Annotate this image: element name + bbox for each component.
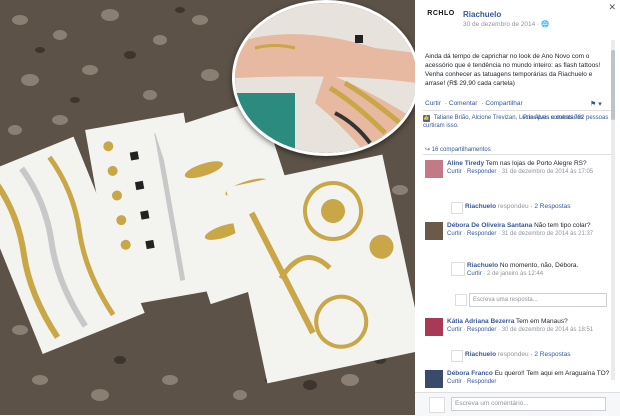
globe-icon: 🌐 — [541, 21, 550, 28]
comment-item: Débora De Oliveira Santana Não tem tipo … — [425, 222, 615, 262]
reply-author: Riachuelo — [465, 203, 497, 210]
sort-comments-link[interactable]: Principais comentários — [523, 114, 583, 122]
page-logo-small — [451, 350, 463, 362]
comment-body: Débora De Oliveira Santana Não tem tipo … — [447, 222, 612, 238]
reply-author: Riachuelo — [465, 351, 497, 358]
page-logo[interactable]: RCHLO — [423, 10, 459, 30]
post-actions: Curtir · Comentar · Compartilhar — [425, 100, 523, 107]
post-header: RCHLO Riachuelo 30 de dezembro de 2014 ·… — [423, 8, 613, 30]
reply-item: Riachuelo No momento, não, Débora. Curti… — [451, 262, 611, 292]
user-avatar[interactable] — [429, 397, 445, 413]
reply-date[interactable]: 2 de janeiro às 12:44 — [487, 271, 543, 277]
page-logo-small — [451, 202, 463, 214]
page-logo-small[interactable] — [451, 262, 465, 276]
comment-like-link[interactable]: Curtir — [447, 327, 462, 333]
post-side-panel: ✕ RCHLO Riachuelo 30 de dezembro de 2014… — [415, 0, 620, 415]
comment-text: Tem nas lojas de Porto Alegre RS? — [485, 160, 587, 167]
reply-input[interactable]: Escreva uma resposta... — [469, 293, 607, 307]
comment-text: Não tem tipo colar? — [534, 222, 591, 229]
comment-date[interactable]: 31 de dezembro de 2014 às 21:37 — [502, 231, 593, 237]
comment-item: Débora Franco Eu quero!! Tem aqui em Ara… — [425, 370, 615, 392]
comment-author[interactable]: Aline Tiredy — [447, 160, 484, 167]
reply-count: 2 Respostas — [534, 351, 571, 358]
comment-link[interactable]: Comentar — [449, 100, 478, 107]
avatar[interactable] — [425, 222, 443, 240]
comment-date[interactable]: 31 de dezembro de 2014 às 17:05 — [502, 169, 593, 175]
reply-author[interactable]: Riachuelo — [467, 262, 498, 269]
divider — [423, 154, 613, 155]
like-thumb-icon: 👍 — [423, 115, 430, 122]
likes-summary[interactable]: 👍 Tatiane Brião, Alcione Trevizan, Lucia… — [423, 114, 613, 130]
avatar[interactable] — [425, 318, 443, 336]
comment-body: Aline Tiredy Tem nas lojas de Porto Aleg… — [447, 160, 612, 176]
comment-item: Aline Tiredy Tem nas lojas de Porto Aleg… — [425, 160, 615, 200]
comment-body: Kátia Adriana Bezerra Tem em Manaus? Cur… — [447, 318, 612, 334]
comment-like-link[interactable]: Curtir — [447, 169, 462, 175]
comment-author[interactable]: Kátia Adriana Bezerra — [447, 318, 514, 325]
comment-reply-link[interactable]: Responder — [467, 169, 496, 175]
scrollbar-thumb[interactable] — [611, 50, 615, 120]
comment-meta: Curtir · Responder · 31 de dezembro de 2… — [447, 231, 594, 237]
post-date[interactable]: 30 de dezembro de 2014 · 🌐 — [463, 20, 549, 28]
comment-date[interactable]: 30 de dezembro de 2014 às 18:51 — [502, 327, 593, 333]
comment-meta: Curtir · Responder — [447, 379, 497, 385]
reply-text: No momento, não, Débora. — [499, 262, 579, 269]
arm-tattoo-inset-photo — [232, 0, 415, 156]
reply-meta: Curtir · 2 de janeiro às 12:44 — [467, 271, 544, 277]
avatar[interactable] — [425, 160, 443, 178]
like-link[interactable]: Curtir — [425, 100, 441, 107]
comment-meta: Curtir · Responder · 30 de dezembro de 2… — [447, 327, 594, 333]
comment-meta: Curtir · Responder · 31 de dezembro de 2… — [447, 169, 594, 175]
comment-author[interactable]: Débora De Oliveira Santana — [447, 222, 532, 229]
comment-reply-link[interactable]: Responder — [467, 231, 496, 237]
share-icon: ↪ — [425, 147, 431, 153]
comment-like-link[interactable]: Curtir — [447, 379, 462, 385]
user-avatar-small — [455, 294, 467, 306]
comment-reply-link[interactable]: Responder — [467, 379, 496, 385]
comments-scrollbar[interactable] — [611, 40, 615, 380]
post-photo[interactable] — [0, 0, 415, 415]
avatar[interactable] — [425, 370, 443, 388]
reply-like-link[interactable]: Curtir — [467, 271, 482, 277]
comment-text: Eu quero!! Tem aqui em Araguaína TO? — [494, 370, 610, 377]
comment-input[interactable]: Escreva um comentário... — [451, 397, 606, 411]
post-caption: Ainda dá tempo de caprichar no look de A… — [425, 53, 601, 87]
comment-author[interactable]: Débora Franco — [447, 370, 493, 377]
comment-body: Débora Franco Eu quero!! Tem aqui em Ara… — [447, 370, 612, 386]
reply-count: 2 Respostas — [534, 203, 571, 210]
dropdown-icon[interactable]: ⚑ ▾ — [590, 100, 602, 108]
share-link[interactable]: Compartilhar — [485, 100, 522, 107]
shares-count[interactable]: ↪ 16 compartilhamentos — [425, 146, 491, 153]
comment-like-link[interactable]: Curtir — [447, 231, 462, 237]
comment-composer: Escreva um comentário... — [415, 392, 620, 416]
page-name[interactable]: Riachuelo — [463, 10, 501, 19]
divider — [423, 110, 613, 111]
comment-text: Tem em Manaus? — [516, 318, 568, 325]
reply-body: Riachuelo No momento, não, Débora. Curti… — [467, 262, 607, 278]
page-logo-text: RCHLO — [427, 10, 455, 17]
comment-reply-link[interactable]: Responder — [467, 327, 496, 333]
